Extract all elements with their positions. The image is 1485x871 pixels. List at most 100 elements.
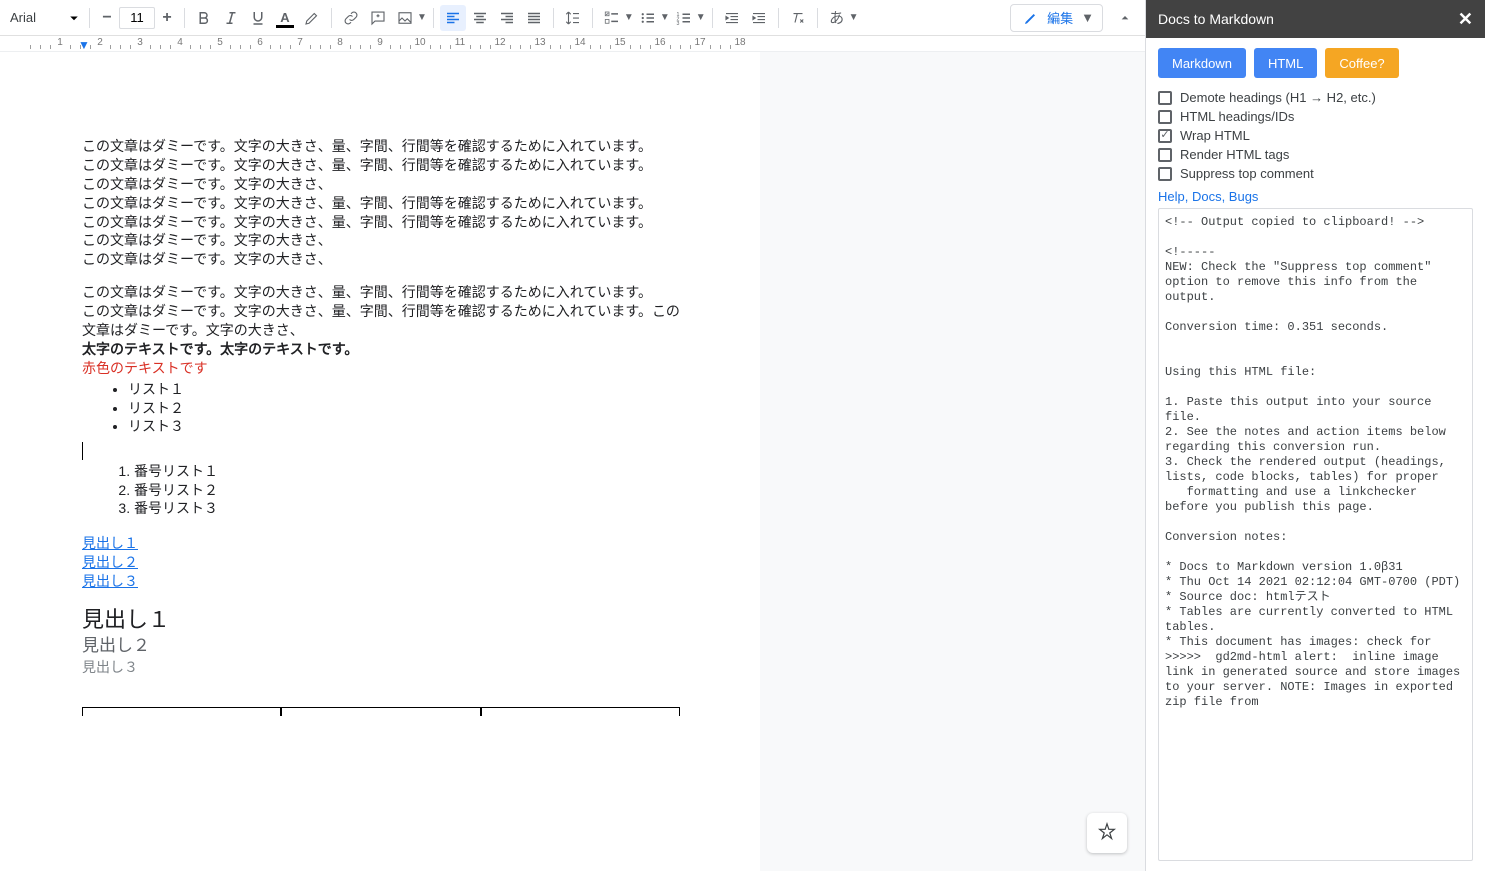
indent-decrease-button[interactable] — [719, 5, 745, 31]
list-item[interactable]: リスト３ — [128, 417, 680, 436]
ruler-number: 10 — [414, 37, 425, 48]
list-item[interactable]: 番号リスト３ — [134, 499, 680, 518]
ruler-number: 16 — [654, 37, 665, 48]
checkbox-label: Render HTML tags — [1180, 147, 1289, 162]
text-line[interactable]: この文章はダミーです。文字の大きさ、量、字間、行間等を確認するために入れています… — [82, 194, 680, 213]
checkbox[interactable] — [1158, 129, 1172, 143]
text-line[interactable]: この文章はダミーです。文字の大きさ、 — [82, 175, 680, 194]
help-link[interactable]: Help, Docs, Bugs — [1158, 189, 1473, 204]
insert-comment-button[interactable] — [365, 5, 391, 31]
image-dropdown[interactable]: ▼ — [417, 12, 427, 23]
ruler-number: 17 — [694, 37, 705, 48]
checkbox-row[interactable]: Render HTML tags — [1158, 145, 1473, 164]
insert-image-button[interactable] — [392, 5, 418, 31]
heading-1[interactable]: 見出し１ — [82, 605, 680, 635]
text-line[interactable]: この文章はダミーです。文字の大きさ、量、字間、行間等を確認するために入れています… — [82, 137, 680, 156]
list-item[interactable]: 番号リスト２ — [134, 481, 680, 500]
text-line[interactable]: この文章はダミーです。文字の大きさ、量、字間、行間等を確認するために入れています… — [82, 302, 680, 340]
checkbox[interactable] — [1158, 148, 1172, 162]
font-size-decrease[interactable]: − — [96, 7, 118, 29]
heading-link[interactable]: 見出し１ — [82, 534, 680, 553]
font-size-input[interactable] — [119, 7, 155, 29]
checkbox-row[interactable]: Wrap HTML — [1158, 126, 1473, 145]
checkbox-label: Suppress top comment — [1180, 166, 1314, 181]
explore-button[interactable] — [1087, 813, 1127, 853]
checklist-dropdown[interactable]: ▼ — [624, 12, 634, 23]
bullet-dropdown[interactable]: ▼ — [660, 12, 670, 23]
ruler-number: 8 — [337, 37, 343, 48]
italic-button[interactable] — [218, 5, 244, 31]
numbered-dropdown[interactable]: ▼ — [696, 12, 706, 23]
numbered-list[interactable]: 番号リスト１番号リスト２番号リスト３ — [82, 462, 680, 519]
html-button[interactable]: HTML — [1254, 48, 1317, 78]
font-dropdown[interactable] — [65, 6, 83, 30]
text-line[interactable]: この文章はダミーです。文字の大きさ、量、字間、行間等を確認するために入れています… — [82, 213, 680, 232]
collapse-toolbar-button[interactable] — [1111, 4, 1139, 32]
sidebar-panel: Docs to Markdown ✕ Markdown HTML Coffee?… — [1145, 0, 1485, 871]
editing-mode-label: 編集 — [1047, 8, 1073, 27]
align-right-button[interactable] — [494, 5, 520, 31]
list-item[interactable]: 番号リスト１ — [134, 462, 680, 481]
ruler-number: 11 — [455, 37, 465, 48]
input-method-button[interactable]: あ — [824, 5, 850, 31]
editing-mode-button[interactable]: 編集 ▼ — [1010, 4, 1103, 32]
text-line[interactable]: この文章はダミーです。文字の大きさ、量、字間、行間等を確認するために入れています… — [82, 156, 680, 175]
checkbox-row[interactable]: HTML headings/IDs — [1158, 107, 1473, 126]
text-line[interactable]: この文章はダミーです。文字の大きさ、量、字間、行間等を確認するために入れています… — [82, 283, 680, 302]
ruler-number: 3 — [137, 37, 143, 48]
text-line[interactable]: 赤色のテキストです — [82, 359, 680, 378]
align-justify-button[interactable] — [521, 5, 547, 31]
align-center-button[interactable] — [467, 5, 493, 31]
output-textarea[interactable]: <!-- Output copied to clipboard! --> <!-… — [1158, 208, 1473, 861]
bold-button[interactable] — [191, 5, 217, 31]
heading-link[interactable]: 見出し３ — [82, 572, 680, 591]
numbered-list-button[interactable]: 123 — [671, 5, 697, 31]
document-page[interactable]: この文章はダミーです。文字の大きさ、量、字間、行間等を確認するために入れています… — [0, 52, 760, 871]
line-spacing-button[interactable] — [560, 5, 586, 31]
heading-2[interactable]: 見出し２ — [82, 635, 680, 658]
clear-formatting-button[interactable] — [785, 5, 811, 31]
align-left-button[interactable] — [440, 5, 466, 31]
list-item[interactable]: リスト１ — [128, 380, 680, 399]
font-size-increase[interactable]: + — [156, 7, 178, 29]
checkbox-row[interactable]: Suppress top comment — [1158, 164, 1473, 183]
bullet-list-button[interactable] — [635, 5, 661, 31]
text-line[interactable]: この文章はダミーです。文字の大きさ、 — [82, 231, 680, 250]
ruler-number: 12 — [494, 37, 505, 48]
text-line[interactable]: 太字のテキストです。太字のテキストです。 — [82, 340, 680, 359]
pencil-icon — [1023, 10, 1039, 26]
ruler-number: 4 — [177, 37, 183, 48]
sidebar-title: Docs to Markdown — [1158, 11, 1274, 27]
horizontal-ruler[interactable]: 123456789101112131415161718 ▼ — [0, 36, 1145, 52]
underline-button[interactable] — [245, 5, 271, 31]
text-color-button[interactable]: A — [272, 5, 298, 31]
checkbox-label: HTML headings/IDs — [1180, 109, 1294, 124]
ruler-number: 9 — [377, 37, 383, 48]
markdown-button[interactable]: Markdown — [1158, 48, 1246, 78]
close-button[interactable]: ✕ — [1458, 9, 1473, 30]
checkbox[interactable] — [1158, 110, 1172, 124]
explore-icon — [1096, 822, 1118, 844]
checkbox-row[interactable]: Demote headings (H1 → H2, etc.) — [1158, 88, 1473, 107]
coffee-button[interactable]: Coffee? — [1325, 48, 1398, 78]
indent-increase-button[interactable] — [746, 5, 772, 31]
highlight-button[interactable] — [299, 5, 325, 31]
text-line[interactable]: この文章はダミーです。文字の大きさ、 — [82, 250, 680, 269]
ruler-number: 18 — [734, 37, 745, 48]
ruler-number: 2 — [97, 37, 103, 48]
document-canvas[interactable]: この文章はダミーです。文字の大きさ、量、字間、行間等を確認するために入れています… — [0, 52, 1145, 871]
ruler-number: 6 — [257, 37, 263, 48]
table[interactable] — [82, 707, 680, 716]
heading-3[interactable]: 見出し３ — [82, 658, 680, 677]
insert-link-button[interactable] — [338, 5, 364, 31]
checklist-button[interactable] — [599, 5, 625, 31]
checkbox[interactable] — [1158, 167, 1172, 181]
input-method-dropdown[interactable]: ▼ — [849, 12, 859, 23]
bullet-list[interactable]: リスト１リスト２リスト３ — [82, 380, 680, 437]
font-name[interactable]: Arial — [6, 6, 64, 30]
chevron-down-icon: ▼ — [1081, 10, 1094, 25]
first-line-indent-marker[interactable]: ▼ — [78, 38, 90, 52]
checkbox[interactable] — [1158, 91, 1172, 105]
heading-link[interactable]: 見出し２ — [82, 553, 680, 572]
list-item[interactable]: リスト２ — [128, 399, 680, 418]
